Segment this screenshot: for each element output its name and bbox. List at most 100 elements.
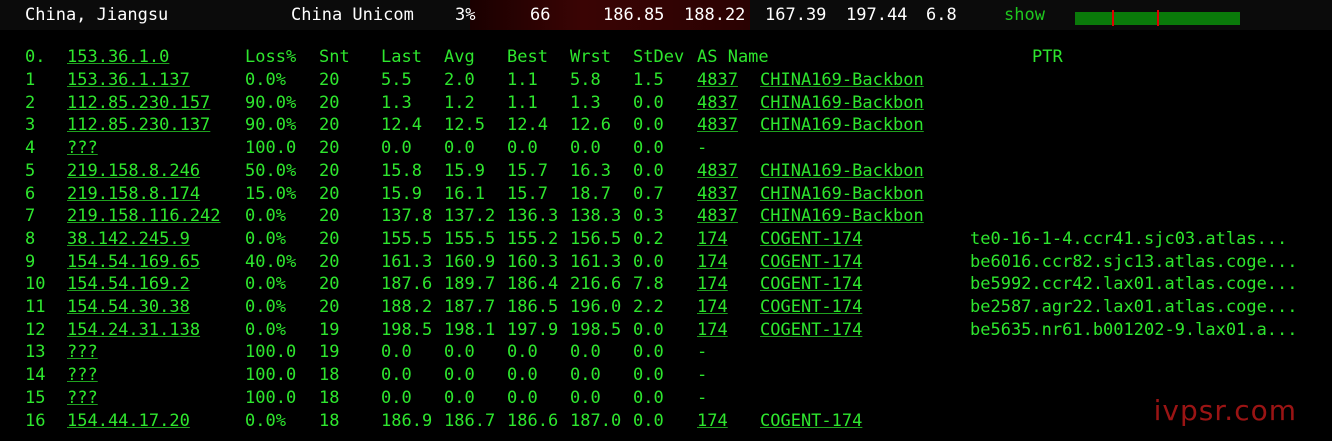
table-row: 12 154.24.31.138 0.0% 19 198.5 198.1 197.9 198.… [20,319,1332,341]
hop-stdev: 0.0 [633,92,664,113]
hop-last: 198.5 [381,319,433,340]
hop-as-name[interactable]: CHINA169-Backbon [760,114,924,136]
hop-host[interactable]: 154.44.17.20 [67,410,190,432]
hop-asn[interactable]: 174 [697,296,728,318]
hop-asn[interactable]: 4837 [697,160,738,182]
hop-index: 6 [25,183,36,204]
hop-index: 7 [25,206,36,227]
hop-host[interactable]: 154.54.30.38 [67,296,190,318]
hop-as-name[interactable]: COGENT-174 [760,228,862,250]
hop-asn[interactable]: 174 [697,273,728,295]
hop-snt: 19 [319,342,340,363]
hop-asn[interactable]: 4837 [697,205,738,227]
hop-snt: 20 [319,206,340,227]
header-loss: Loss% [245,47,297,67]
hop-as-name[interactable]: COGENT-174 [760,273,862,295]
hop-asn[interactable]: 174 [697,228,728,250]
hop-worst: 161.3 [570,251,622,272]
hop-host[interactable]: 219.158.116.242 [67,205,221,227]
hop-as-name[interactable]: CHINA169-Backbon [760,92,924,114]
summary-best: 167.39 [765,5,827,25]
hop-asn[interactable]: 4837 [697,69,738,91]
hop-asn[interactable]: 174 [697,410,728,432]
hop-host[interactable]: ??? [67,387,98,409]
hop-loss: 100.0 [245,342,297,363]
hop-worst: 198.5 [570,319,622,340]
hop-last: 161.3 [381,251,433,272]
hop-snt: 20 [319,138,340,159]
hop-host[interactable]: ??? [67,341,98,363]
hop-loss: 0.0% [245,410,286,431]
header-index: 0. [25,47,46,67]
hop-avg: 0.0 [444,365,475,386]
hop-as-name[interactable]: CHINA169-Backbon [760,69,924,91]
hop-best: 15.7 [507,183,548,204]
hop-ptr: be5992.ccr42.lax01.atlas.coge... [970,274,1298,295]
hop-as-name[interactable]: COGENT-174 [760,296,862,318]
hop-stdev: 0.0 [633,342,664,363]
hop-best: 197.9 [507,319,559,340]
hop-host[interactable]: ??? [67,364,98,386]
hop-stdev: 0.0 [633,160,664,181]
hop-host[interactable]: 38.142.245.9 [67,228,190,250]
hop-asn[interactable]: 4837 [697,92,738,114]
hop-worst: 0.0 [570,138,601,159]
hop-best: 1.1 [507,70,538,90]
hop-as-name[interactable]: COGENT-174 [760,251,862,273]
hop-ptr: be6016.ccr82.sjc13.atlas.coge... [970,251,1298,272]
header-wrst: Wrst [570,47,611,67]
hop-index: 13 [25,342,46,363]
summary-loss: 3% [455,5,476,25]
hop-index: 3 [25,115,36,136]
hop-snt: 20 [319,251,340,272]
hop-worst: 0.0 [570,365,601,386]
hop-avg: 186.7 [444,410,496,431]
hop-snt: 18 [319,365,340,386]
hop-last: 188.2 [381,297,433,317]
header-host[interactable]: 153.36.1.0 [67,46,169,68]
hop-stdev: 1.5 [633,70,664,90]
hop-asn[interactable]: 174 [697,251,728,273]
hop-asn[interactable]: 4837 [697,114,738,136]
hop-index: 14 [25,365,46,386]
hop-snt: 20 [319,160,340,181]
hop-host[interactable]: 153.36.1.137 [67,69,190,91]
hop-asn[interactable]: 174 [697,319,728,341]
hop-worst: 187.0 [570,410,622,431]
hop-host[interactable]: 112.85.230.137 [67,114,210,136]
hop-as-name[interactable]: CHINA169-Backbon [760,160,924,182]
hop-avg: 0.0 [444,138,475,159]
hop-as-name[interactable]: COGENT-174 [760,410,862,432]
summary-stdev: 6.8 [926,5,957,25]
header-stdev: StDev [633,47,685,67]
hop-avg: 16.1 [444,183,485,204]
summary-worst: 197.44 [846,5,908,25]
hop-index: 11 [25,297,46,317]
hop-index: 15 [25,387,46,408]
hop-host[interactable]: 219.158.8.174 [67,183,200,205]
hop-host[interactable]: 154.54.169.65 [67,251,200,273]
hop-avg: 15.9 [444,160,485,181]
hop-avg: 2.0 [444,70,475,90]
table-row: 11 154.54.30.38 0.0% 20 188.2 187.7 186.5 196.0… [20,296,1332,318]
hop-host[interactable]: 154.24.31.138 [67,319,200,341]
hop-as-name[interactable]: CHINA169-Backbon [760,205,924,227]
hop-host[interactable]: 154.54.169.2 [67,273,190,295]
hop-host[interactable]: ??? [67,137,98,159]
hop-snt: 20 [319,183,340,204]
hop-host[interactable]: 112.85.230.157 [67,92,210,114]
show-link[interactable]: show [1004,5,1045,25]
hop-worst: 0.0 [570,342,601,363]
hop-avg: 160.9 [444,251,496,272]
hop-index: 8 [25,228,36,249]
hop-host[interactable]: 219.158.8.246 [67,160,200,182]
hop-asn[interactable]: 4837 [697,183,738,205]
hop-worst: 196.0 [570,297,622,317]
hop-as-name[interactable]: COGENT-174 [760,319,862,341]
hop-as-name[interactable]: CHINA169-Backbon [760,183,924,205]
hop-asn: - [697,365,708,386]
hop-worst: 12.6 [570,115,611,136]
hop-loss: 100.0 [245,365,297,386]
hop-ptr: be2587.agr22.lax01.atlas.coge... [970,297,1298,317]
hop-last: 5.5 [381,70,412,90]
